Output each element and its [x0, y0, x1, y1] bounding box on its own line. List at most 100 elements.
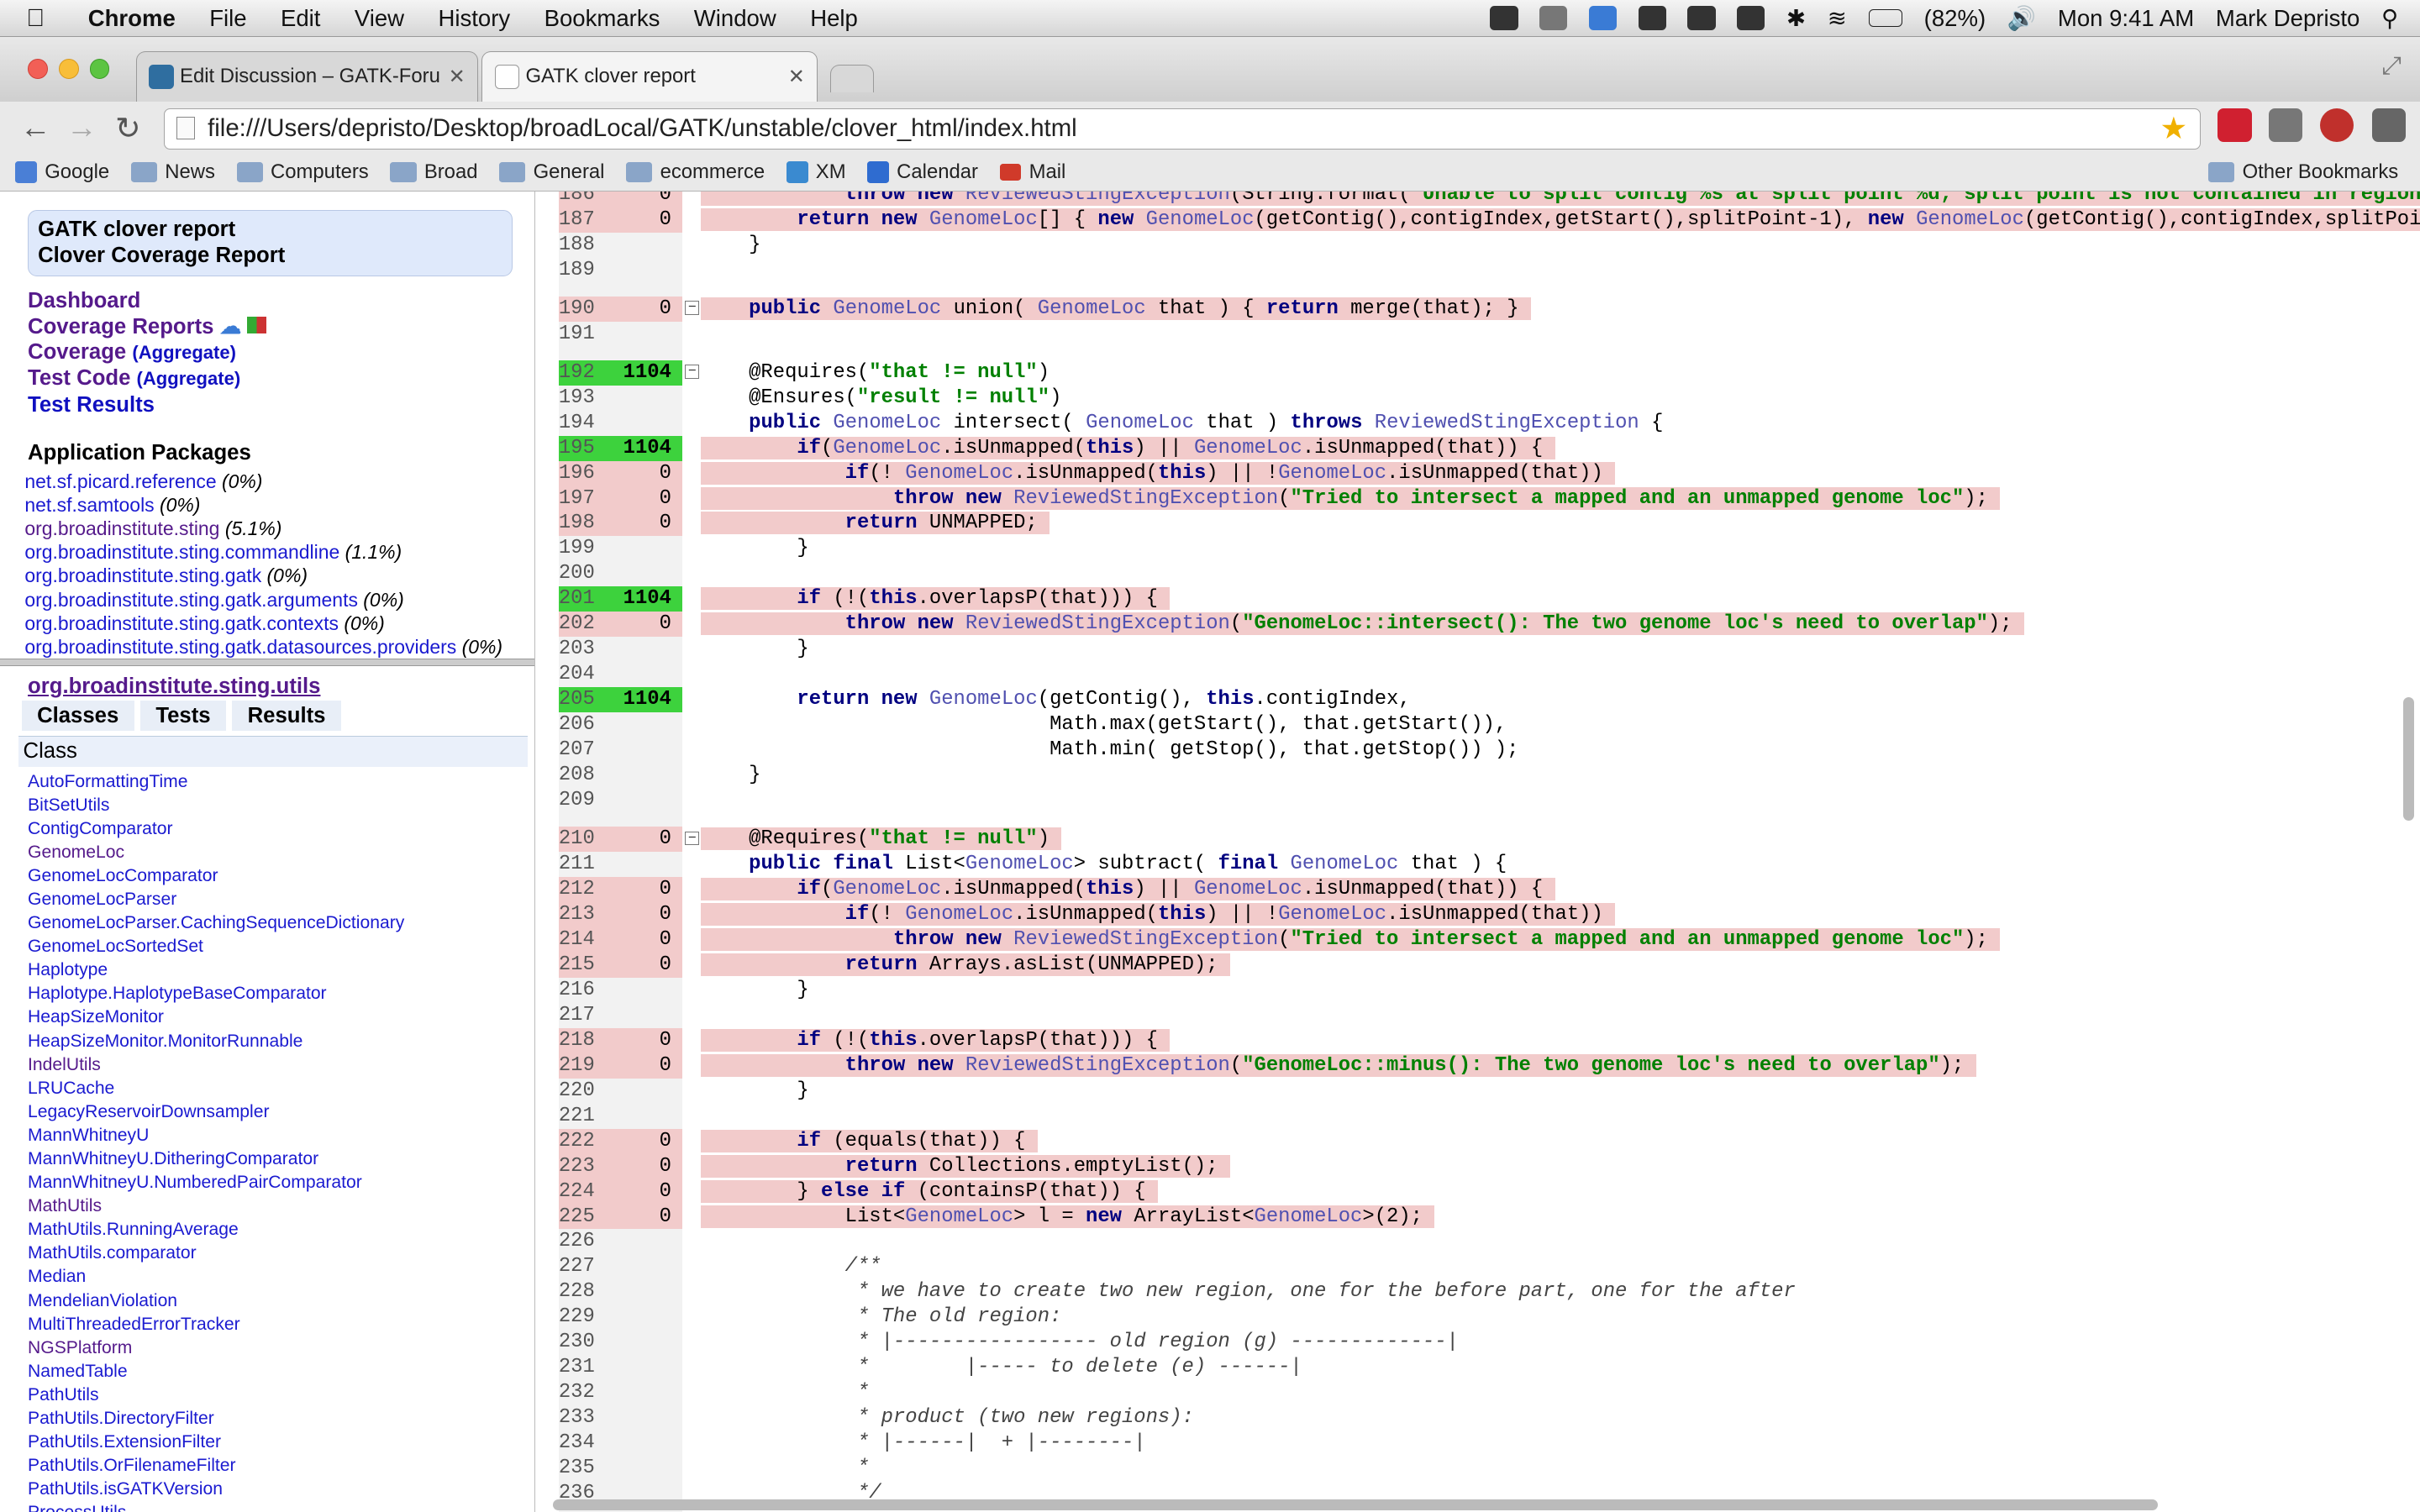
package-link[interactable]: org.broadinstitute.sting (5.1%) [24, 517, 534, 540]
status-icon[interactable] [1539, 5, 1568, 31]
binoculars-icon[interactable] [1737, 5, 1765, 31]
treemap-icon[interactable] [247, 316, 266, 333]
spotlight-icon[interactable]: ⚲ [2381, 5, 2398, 32]
tab-results[interactable]: Results [232, 700, 341, 732]
class-link[interactable]: Median [28, 1265, 404, 1289]
apple-menu-icon[interactable]:  [0, 4, 71, 33]
package-link[interactable]: net.sf.samtools (0%) [24, 493, 534, 517]
package-link[interactable]: org.broadinstitute.sting.gatk (0%) [24, 564, 534, 587]
minimize-window-button[interactable] [58, 58, 79, 79]
class-link[interactable]: GenomeLocParser.CachingSequenceDictionar… [28, 911, 404, 935]
class-link[interactable]: HeapSizeMonitor [28, 1005, 404, 1029]
class-link[interactable]: MathUtils [28, 1194, 404, 1218]
other-bookmarks[interactable]: Other Bookmarks [2208, 160, 2398, 184]
bookmark-broad[interactable]: Broad [390, 160, 477, 184]
dashboard-link[interactable]: Dashboard [28, 288, 534, 313]
menu-edit[interactable]: Edit [264, 5, 338, 32]
fullscreen-icon[interactable]: ⤢ [2381, 52, 2402, 81]
evernote-icon[interactable] [1687, 5, 1716, 31]
test-code-link[interactable]: Test Code (Aggregate) [28, 365, 534, 391]
class-link[interactable]: GenomeLoc [28, 841, 404, 864]
coverage-link[interactable]: Coverage (Aggregate) [28, 339, 534, 365]
bookmark-news[interactable]: News [130, 160, 215, 184]
class-link[interactable]: LRUCache [28, 1077, 404, 1100]
class-link[interactable]: PathUtils.ExtensionFilter [28, 1431, 404, 1454]
horizontal-scrollbar[interactable] [552, 1499, 2158, 1511]
menu-bookmarks[interactable]: Bookmarks [527, 5, 676, 32]
pane-splitter[interactable] [0, 659, 535, 667]
class-link[interactable]: MannWhitneyU [28, 1124, 404, 1147]
class-link[interactable]: PathUtils.OrFilenameFilter [28, 1454, 404, 1478]
cloud-icon[interactable]: ☁ [220, 315, 242, 339]
zoom-window-button[interactable] [89, 58, 110, 79]
class-link[interactable]: PathUtils [28, 1383, 404, 1407]
class-link[interactable]: GenomeLocParser [28, 888, 404, 911]
class-link[interactable]: MathUtils.comparator [28, 1242, 404, 1265]
bookmark-google[interactable]: Google [15, 160, 109, 184]
extension-icon[interactable] [2319, 108, 2354, 142]
extension-icon[interactable] [2268, 108, 2303, 142]
user-name[interactable]: Mark Depristo [2216, 5, 2360, 32]
collapse-toggle-icon[interactable]: − [685, 364, 699, 379]
bookmark-star-icon[interactable]: ★ [2160, 110, 2188, 146]
class-link[interactable]: GenomeLocSortedSet [28, 935, 404, 958]
menu-help[interactable]: Help [793, 5, 875, 32]
bookmark-computers[interactable]: Computers [236, 160, 369, 184]
collapse-toggle-icon[interactable]: − [685, 830, 699, 846]
current-package-title[interactable]: org.broadinstitute.sting.utils [28, 675, 320, 699]
package-link[interactable]: org.broadinstitute.sting.gatk.contexts (… [24, 612, 534, 635]
menu-file[interactable]: File [192, 5, 264, 32]
address-bar[interactable]: file:///Users/depristo/Desktop/broadLoca… [163, 108, 2202, 150]
package-link[interactable]: org.broadinstitute.sting.commandline (1.… [24, 540, 534, 564]
bookmark-ecommerce[interactable]: ecommerce [626, 160, 765, 184]
chrome-menu-icon[interactable] [2372, 108, 2407, 142]
class-link[interactable]: PathUtils.DirectoryFilter [28, 1407, 404, 1431]
bookmark-xm[interactable]: XM [786, 160, 846, 184]
new-tab-button[interactable] [830, 65, 874, 93]
back-button[interactable]: ← [13, 110, 59, 145]
dropbox-icon[interactable] [1588, 5, 1618, 31]
class-link[interactable]: Haplotype.HaplotypeBaseComparator [28, 982, 404, 1005]
class-link[interactable]: MultiThreadedErrorTracker [28, 1313, 404, 1336]
class-link[interactable]: PathUtils.isGATKVersion [28, 1478, 404, 1501]
tab-tests[interactable]: Tests [139, 700, 226, 732]
wifi-icon[interactable]: ≋ [1828, 5, 1847, 32]
close-window-button[interactable] [28, 58, 48, 79]
menu-view[interactable]: View [338, 5, 422, 32]
class-link[interactable]: BitSetUtils [28, 794, 404, 817]
menu-window[interactable]: Window [677, 5, 793, 32]
package-link[interactable]: net.sf.picard.reference (0%) [24, 470, 534, 493]
extension-icon[interactable] [2217, 108, 2252, 142]
class-link[interactable]: ProcessUtils [28, 1501, 404, 1512]
package-link[interactable]: org.broadinstitute.sting.gatk.arguments … [24, 588, 534, 612]
class-link[interactable]: MathUtils.RunningAverage [28, 1218, 404, 1242]
close-tab-icon[interactable]: ✕ [788, 65, 805, 89]
reload-button[interactable]: ↻ [105, 110, 151, 146]
bookmark-calendar[interactable]: Calendar [867, 160, 978, 184]
aggregate-link[interactable]: (Aggregate) [137, 368, 241, 389]
status-icon[interactable] [1490, 5, 1518, 31]
test-results-link[interactable]: Test Results [28, 392, 534, 417]
class-link[interactable]: GenomeLocComparator [28, 864, 404, 888]
menu-history[interactable]: History [421, 5, 527, 32]
class-link[interactable]: ContigComparator [28, 817, 404, 841]
class-link[interactable]: LegacyReservoirDownsampler [28, 1100, 404, 1124]
status-icon[interactable] [1638, 5, 1666, 31]
class-link[interactable]: HeapSizeMonitor.MonitorRunnable [28, 1030, 404, 1053]
class-link[interactable]: MannWhitneyU.DitheringComparator [28, 1147, 404, 1171]
class-link[interactable]: MendelianViolation [28, 1289, 404, 1313]
class-link[interactable]: NGSPlatform [28, 1336, 404, 1360]
clock[interactable]: Mon 9:41 AM [2058, 5, 2194, 32]
menu-app-chrome[interactable]: Chrome [71, 5, 192, 32]
close-tab-icon[interactable]: ✕ [449, 65, 466, 89]
tab-clover-report[interactable]: GATK clover report ✕ [481, 50, 818, 102]
class-link[interactable]: Haplotype [28, 958, 404, 982]
aggregate-link[interactable]: (Aggregate) [132, 342, 236, 363]
battery-icon[interactable] [1868, 9, 1902, 27]
coverage-reports-link[interactable]: Coverage Reports ☁ [28, 314, 534, 339]
bookmark-general[interactable]: General [499, 160, 604, 184]
tab-classes[interactable]: Classes [21, 700, 134, 732]
class-link[interactable]: NamedTable [28, 1360, 404, 1383]
class-link[interactable]: MannWhitneyU.NumberedPairComparator [28, 1171, 404, 1194]
collapse-toggle-icon[interactable]: − [685, 299, 699, 315]
